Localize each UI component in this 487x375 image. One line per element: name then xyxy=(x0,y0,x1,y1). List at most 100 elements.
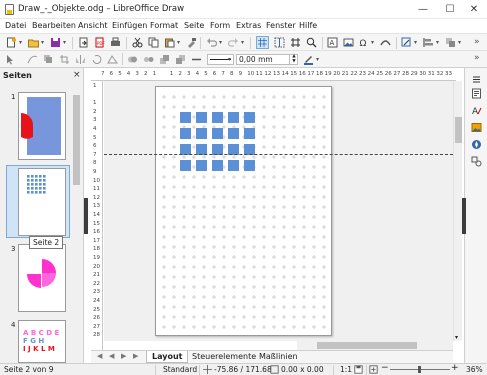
shadow-icon[interactable] xyxy=(43,54,54,65)
menu-bearbeiten[interactable]: Bearbeiten xyxy=(32,21,76,30)
tab-layout[interactable]: Layout xyxy=(146,351,189,363)
more-options-icon[interactable]: » xyxy=(474,53,480,63)
scrollbar-thumb[interactable] xyxy=(317,342,417,349)
chevron-down-icon[interactable]: ▾ xyxy=(458,39,461,46)
tab-steuerelemente[interactable]: Steuerelemente xyxy=(187,351,261,363)
points-icon[interactable] xyxy=(107,54,118,65)
square-shape[interactable] xyxy=(228,112,239,123)
square-shape[interactable] xyxy=(212,128,223,139)
zoom-icon[interactable] xyxy=(306,37,317,48)
square-shape[interactable] xyxy=(180,128,191,139)
styles-icon[interactable]: A xyxy=(471,105,482,116)
last-tab-icon[interactable]: ▶ xyxy=(133,352,138,360)
drawing-canvas[interactable] xyxy=(104,81,453,341)
select-icon[interactable] xyxy=(5,54,16,65)
maximize-icon[interactable]: ☐ xyxy=(437,0,463,19)
cut-icon[interactable] xyxy=(132,37,143,48)
fit-page-icon[interactable] xyxy=(369,365,378,374)
vertical-scrollbar[interactable]: ▾ xyxy=(453,81,462,341)
slide-thumbnail-2[interactable] xyxy=(18,168,66,236)
sidebar-menu-icon[interactable] xyxy=(471,74,482,85)
more-options-icon[interactable]: » xyxy=(474,37,480,47)
menu-ansicht[interactable]: Ansicht xyxy=(78,21,108,30)
square-shape[interactable] xyxy=(212,112,223,123)
chevron-down-icon[interactable]: ▾ xyxy=(19,39,22,46)
print-icon[interactable] xyxy=(110,37,121,48)
insert-textbox-icon[interactable]: A xyxy=(327,37,338,48)
document-modified-icon[interactable] xyxy=(354,365,363,374)
horizontal-ruler[interactable]: 7 6 5 4 3 2 1 1 2 3 4 5 6 7 8 9 10 11 12 13 14 15 16 17 18 19 20 21… xyxy=(91,68,456,81)
chevron-down-icon[interactable]: ▾ xyxy=(228,56,231,63)
prev-tab-icon[interactable]: ◀ xyxy=(109,352,114,360)
line-width-spinner[interactable]: ▲ ▼ xyxy=(289,54,298,65)
snap-line[interactable] xyxy=(104,154,453,155)
export-icon[interactable] xyxy=(78,37,89,48)
chevron-down-icon[interactable]: ▾ xyxy=(177,39,180,46)
slide-thumbnail-4[interactable]: A B C D E F G H I J K L M xyxy=(18,320,66,363)
menu-format[interactable]: Format xyxy=(150,21,178,30)
chevron-down-icon[interactable]: ▾ xyxy=(371,39,374,46)
transformations-icon[interactable] xyxy=(401,37,412,48)
menu-einfuegen[interactable]: Einfügen xyxy=(112,21,147,30)
chevron-down-icon[interactable]: ▾ xyxy=(455,334,458,341)
close-icon[interactable]: × xyxy=(73,70,81,80)
zoom-out-icon[interactable]: − xyxy=(381,363,389,373)
insert-image-icon[interactable] xyxy=(343,37,354,48)
paste-icon[interactable] xyxy=(164,37,175,48)
clone-formatting-icon[interactable] xyxy=(186,37,197,48)
chevron-down-icon[interactable]: ▾ xyxy=(241,39,244,46)
bezier-icon[interactable] xyxy=(27,54,38,65)
group-icon[interactable] xyxy=(127,54,138,65)
slide-thumbnail-1[interactable] xyxy=(18,92,66,160)
collapse-sidebar-handle[interactable] xyxy=(462,198,466,234)
copy-icon[interactable] xyxy=(148,37,159,48)
menu-datei[interactable]: Datei xyxy=(5,21,26,30)
square-shape[interactable] xyxy=(212,160,223,171)
gallery-icon[interactable] xyxy=(471,122,482,133)
menu-seite[interactable]: Seite xyxy=(184,21,204,30)
chevron-down-icon[interactable]: ▾ xyxy=(63,39,66,46)
scrollbar-thumb[interactable] xyxy=(73,95,80,185)
zoom-slider-handle[interactable] xyxy=(418,366,421,373)
square-shape[interactable] xyxy=(228,160,239,171)
square-shape[interactable] xyxy=(244,160,255,171)
minimize-icon[interactable]: — xyxy=(410,0,436,19)
chevron-down-icon[interactable]: ▾ xyxy=(414,39,417,46)
helplines-icon[interactable] xyxy=(274,37,285,48)
square-shape[interactable] xyxy=(244,112,255,123)
tab-masslinien[interactable]: Maßlinien xyxy=(254,351,303,363)
drawing-page[interactable] xyxy=(155,86,332,336)
bring-to-front-icon[interactable] xyxy=(159,54,170,65)
save-icon[interactable] xyxy=(50,37,61,48)
scrollbar-thumb[interactable] xyxy=(455,117,462,143)
chevron-down-icon[interactable]: ▾ xyxy=(219,39,222,46)
rotate-icon[interactable] xyxy=(91,54,102,65)
collapse-slides-pane-handle[interactable] xyxy=(84,198,88,234)
vertical-ruler[interactable]: 1 1 2 3 4 5 6 7 8 9 10 11 12 13 14 15 16 17 18 19 20 21 22 23 24… xyxy=(91,81,103,350)
shapes-icon[interactable] xyxy=(471,156,482,167)
export-pdf-icon[interactable]: PDF xyxy=(94,37,105,48)
properties-icon[interactable] xyxy=(471,88,482,99)
send-to-back-icon[interactable] xyxy=(175,54,186,65)
fontwork-icon[interactable] xyxy=(380,37,391,48)
redo-icon[interactable] xyxy=(228,37,239,48)
square-shape[interactable] xyxy=(196,128,207,139)
zoom-in-icon[interactable]: + xyxy=(451,363,459,373)
horizontal-scrollbar[interactable] xyxy=(297,341,453,350)
square-shape[interactable] xyxy=(228,128,239,139)
line-color-icon[interactable] xyxy=(303,54,314,65)
chevron-down-icon[interactable]: ▾ xyxy=(316,56,319,63)
ungroup-icon[interactable] xyxy=(143,54,154,65)
first-tab-icon[interactable]: ◀ xyxy=(97,352,102,360)
arrange-icon[interactable] xyxy=(445,37,456,48)
line-style-icon[interactable] xyxy=(191,54,202,65)
menu-hilfe[interactable]: Hilfe xyxy=(299,21,317,30)
snap-to-grid-icon[interactable] xyxy=(290,37,301,48)
menu-extras[interactable]: Extras xyxy=(236,21,261,30)
square-shape[interactable] xyxy=(244,128,255,139)
undo-icon[interactable] xyxy=(206,37,217,48)
chevron-down-icon[interactable]: ▾ xyxy=(436,39,439,46)
next-tab-icon[interactable]: ▶ xyxy=(121,352,126,360)
open-folder-icon[interactable] xyxy=(28,37,39,48)
square-shape[interactable] xyxy=(196,112,207,123)
